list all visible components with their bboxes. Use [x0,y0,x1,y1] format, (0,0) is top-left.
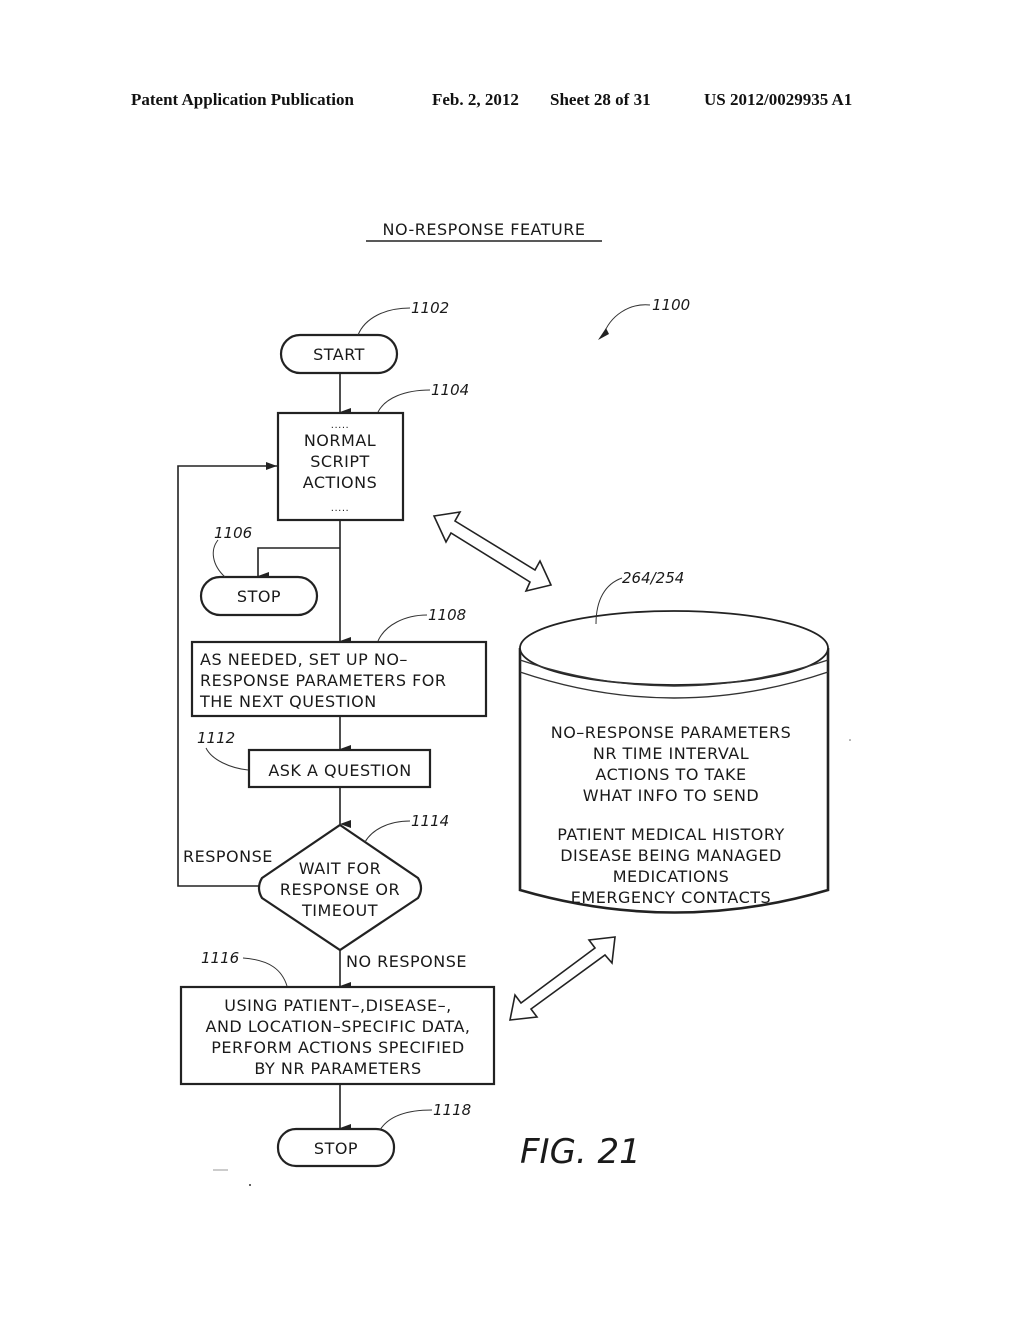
db-line-2: NR TIME INTERVAL [593,744,749,763]
ask-question-label: ASK A QUESTION [268,761,411,780]
ref-leader-1100 [602,304,651,337]
wait-line-2: RESPONSE OR [280,880,400,899]
ref-264-254: 264/254 [622,569,684,587]
scan-artifact [249,1184,251,1186]
wait-line-1: WAIT FOR [299,859,381,878]
db-line-4: WHAT INFO TO SEND [583,786,760,805]
dots-bottom: ..... [331,503,349,514]
normal-line-1: NORMAL [304,431,376,450]
ref-1106: 1106 [214,524,252,542]
ref-leader-1118 [379,1109,433,1131]
ref-leader-1116 [242,957,288,987]
no-response-edge-label: NO RESPONSE [346,952,467,971]
ref-leader-1112 [205,747,249,771]
scan-artifact [849,739,851,741]
setup-line-3: THE NEXT QUESTION [199,692,377,711]
setup-line-2: RESPONSE PARAMETERS FOR [200,671,447,690]
double-arrow-icon-upper [432,510,553,593]
response-edge-label: RESPONSE [183,847,273,866]
wait-line-3: TIMEOUT [301,901,378,920]
ref-leader-1104 [377,389,431,413]
double-arrow-icon-lower [509,936,616,1021]
ref-1118: 1118 [433,1101,471,1119]
perform-line-4: BY NR PARAMETERS [254,1059,421,1078]
perform-line-1: USING PATIENT–,DISEASE–, [224,996,451,1015]
ref-1116: 1116 [201,949,239,967]
ref-leader-1108 [377,614,428,642]
flowchart: NO-RESPONSE FEATURE 1100 START 1102 ....… [177,220,851,1186]
stop-label-1: STOP [237,587,281,606]
ref-1100: 1100 [652,296,690,314]
db-line-8: EMERGENCY CONTACTS [571,888,771,907]
ref-1114: 1114 [411,812,449,830]
stop-label-2: STOP [314,1139,358,1158]
db-line-6: DISEASE BEING MANAGED [560,846,782,865]
ref-1112: 1112 [197,729,235,747]
figure-label: FIG. 21 [520,1132,641,1172]
db-line-1: NO–RESPONSE PARAMETERS [551,723,792,742]
db-line-5: PATIENT MEDICAL HISTORY [557,825,784,844]
diagram-title: NO-RESPONSE FEATURE [383,220,586,239]
perform-line-3: PERFORM ACTIONS SPECIFIED [211,1038,464,1057]
normal-line-2: SCRIPT [310,452,370,471]
arrow-normal-to-stop [257,547,340,580]
ref-leader-1106 [212,539,226,578]
start-label: START [313,345,365,364]
ref-1108: 1108 [428,606,466,624]
ref-1104: 1104 [431,381,469,399]
dots-top: ..... [331,420,349,431]
ref-leader-1114 [364,820,411,843]
db-line-3: ACTIONS TO TAKE [595,765,746,784]
perform-line-2: AND LOCATION–SPECIFIC DATA, [206,1017,471,1036]
ref-arrow-icon [598,328,609,340]
db-line-7: MEDICATIONS [613,867,730,886]
ref-leader-1102 [357,307,411,336]
normal-line-3: ACTIONS [303,473,378,492]
setup-line-1: AS NEEDED, SET UP NO– [200,650,408,669]
ref-1102: 1102 [411,299,449,317]
